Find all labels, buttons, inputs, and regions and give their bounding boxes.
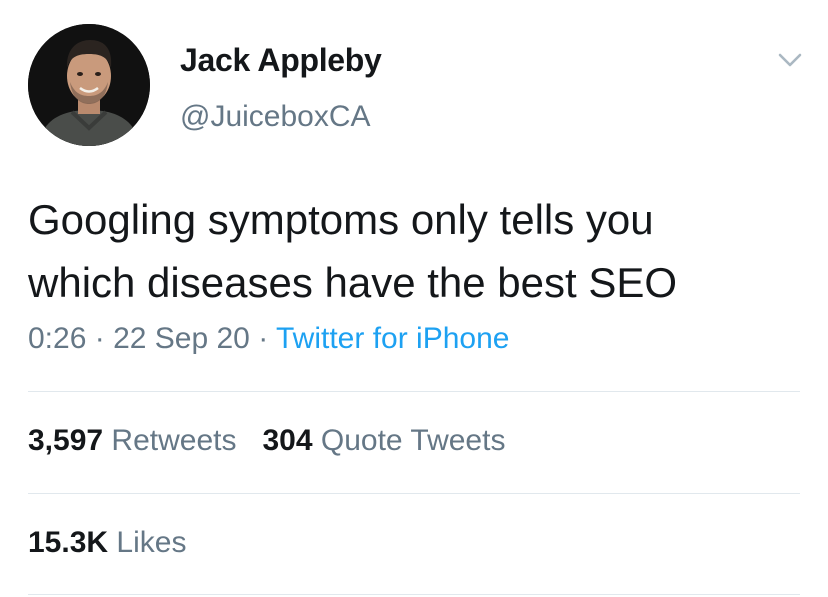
quote-tweets-label: Quote Tweets (320, 424, 506, 457)
author-handle[interactable]: @JuiceboxCA (180, 100, 371, 134)
engagement-stats-row: 3,597 Retweets 304 Quote Tweets (28, 424, 505, 458)
tweet-time[interactable]: 0:26 (28, 322, 86, 355)
tweet-card: Jack Appleby @JuiceboxCA Googling sympto… (0, 0, 828, 597)
retweets-label: Retweets (111, 424, 237, 457)
profile-photo-icon (28, 24, 150, 146)
tweet-source-link[interactable]: Twitter for iPhone (276, 322, 509, 355)
likes-stats-row: 15.3K Likes (28, 526, 186, 560)
quote-tweets-stat[interactable]: 304 Quote Tweets (262, 424, 505, 457)
likes-count: 15.3K (28, 526, 109, 559)
meta-separator: · (94, 322, 105, 355)
chevron-down-icon[interactable] (776, 46, 804, 74)
tweet-metadata: 0:26 · 22 Sep 20 · Twitter for iPhone (28, 322, 509, 356)
retweets-stat[interactable]: 3,597 Retweets (28, 424, 236, 457)
likes-stat[interactable]: 15.3K Likes (28, 526, 186, 559)
author-name[interactable]: Jack Appleby (180, 42, 382, 79)
avatar[interactable] (28, 24, 150, 146)
tweet-text: Googling symptoms only tells you which d… (28, 188, 818, 314)
quote-tweets-count: 304 (262, 424, 313, 457)
divider (28, 391, 800, 392)
likes-label: Likes (116, 526, 187, 559)
tweet-text-line: which diseases have the best SEO (28, 259, 678, 306)
meta-separator: · (258, 322, 269, 355)
divider (28, 594, 800, 595)
divider (28, 493, 800, 494)
retweets-count: 3,597 (28, 424, 104, 457)
tweet-text-line: Googling symptoms only tells you (28, 196, 654, 243)
tweet-date[interactable]: 22 Sep 20 (113, 322, 250, 355)
